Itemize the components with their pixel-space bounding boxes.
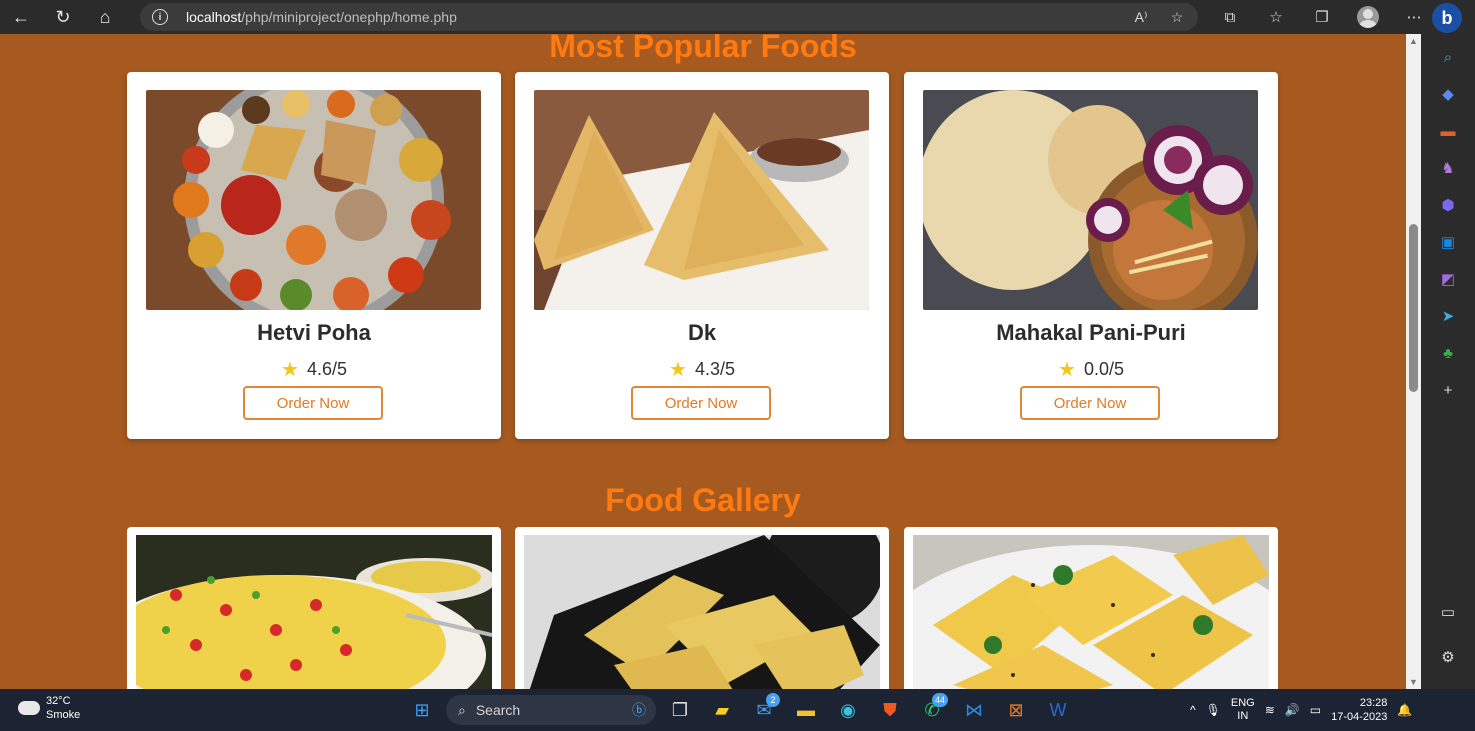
language-indicator[interactable]: ENG IN [1231, 697, 1255, 723]
clock-time: 23:28 [1359, 697, 1388, 709]
search-icon: ⌕ [458, 701, 466, 718]
whatsapp-badge: 44 [931, 693, 948, 707]
gallery-image-fafda [524, 535, 880, 689]
more-menu-icon[interactable]: ⋯ [1394, 0, 1434, 34]
notification-bell-icon[interactable]: 🔔 [1397, 703, 1412, 717]
whatsapp-icon[interactable]: ✆ 44 [914, 693, 950, 727]
tree-icon[interactable]: ♣ [1433, 338, 1463, 368]
sidebar-toggle-icon[interactable]: ▭ [1433, 597, 1463, 627]
weather-desc: Smoke [46, 709, 81, 721]
windows-start-icon[interactable]: ⊞ [404, 693, 440, 727]
rating-value: 0.0/5 [1083, 359, 1124, 379]
gallery-image-dhokla [913, 535, 1269, 689]
gallery-image-poha [136, 535, 492, 689]
search-icon[interactable]: ⌕ [1433, 42, 1463, 72]
back-icon[interactable]: ← [0, 0, 42, 34]
settings-gear-icon[interactable]: ⚙ [1433, 642, 1463, 672]
shopping-tag-icon[interactable]: ◆ [1433, 79, 1463, 109]
brave-icon[interactable]: ⛊ [872, 693, 908, 727]
rating-value: 4.6/5 [306, 359, 347, 379]
games-icon[interactable]: ♞ [1433, 153, 1463, 183]
gallery-item [904, 527, 1278, 689]
food-card: Mahakal Pani-Puri ★ 0.0/5 Order Now [904, 72, 1278, 439]
scroll-up-arrow-icon[interactable]: ▲ [1406, 34, 1421, 48]
food-image-chole-bhature [923, 90, 1258, 310]
sticky-notes-icon[interactable]: ▰ [704, 693, 740, 727]
mail-icon[interactable]: ✉ 2 [746, 693, 782, 727]
microphone-icon[interactable]: 🎙 [1206, 703, 1221, 717]
url-text: localhost/php/miniproject/onephp/home.ph… [186, 9, 457, 25]
food-card: Dk ★ 4.3/5 Order Now [515, 72, 889, 439]
food-rating: ★ 4.3/5 [515, 357, 889, 382]
food-name: Mahakal Pani-Puri [996, 320, 1186, 345]
refresh-icon[interactable]: ↻ [42, 0, 84, 34]
food-image-thali [146, 90, 481, 310]
home-icon[interactable]: ⌂ [84, 0, 126, 34]
clock-date: 17-04-2023 [1331, 711, 1388, 723]
star-icon: ★ [669, 359, 687, 381]
outlook-icon[interactable]: ▣ [1433, 227, 1463, 257]
edge-browser-icon[interactable]: ◉ [830, 693, 866, 727]
profile-button[interactable] [1348, 0, 1388, 34]
bing-chat-icon[interactable]: b [1432, 3, 1462, 33]
xampp-icon[interactable]: ⊠ [998, 693, 1034, 727]
image-creator-icon[interactable]: ◩ [1433, 264, 1463, 294]
tray-chevron-up-icon[interactable]: ^ [1190, 703, 1196, 717]
wifi-icon[interactable]: ≋ [1265, 703, 1275, 717]
scroll-thumb[interactable] [1409, 224, 1418, 392]
gallery-item [127, 527, 501, 689]
food-image-samosa [534, 90, 869, 310]
weather-temp: 32°C [46, 695, 71, 707]
clock[interactable]: 23:28 17-04-2023 [1331, 696, 1387, 724]
mail-badge: 2 [766, 693, 780, 707]
rating-value: 4.3/5 [694, 359, 735, 379]
food-gallery-title: Food Gallery [605, 482, 801, 518]
food-name: Dk [687, 320, 717, 345]
order-now-button[interactable]: Order Now [1020, 386, 1160, 420]
popular-foods-title: Most Popular Foods [549, 34, 857, 64]
read-aloud-icon[interactable]: A⁾ [1130, 7, 1152, 27]
food-name: Hetvi Poha [257, 320, 371, 345]
tools-briefcase-icon[interactable]: ▬ [1433, 116, 1463, 146]
food-rating: ★ 4.6/5 [127, 357, 501, 382]
task-view-icon[interactable]: ❐ [662, 693, 698, 727]
search-label: Search [475, 702, 521, 718]
battery-icon[interactable]: ▭ [1310, 703, 1321, 717]
cloud-sun-icon [18, 695, 40, 715]
windows-taskbar: 32°C Smoke ⊞ ⌕ Search ⓑ ❐ ▰ ✉ 2 ▬ ◉ ⛊ ✆ 44… [0, 689, 1475, 731]
address-bar[interactable]: i localhost/php/miniproject/onephp/home.… [140, 3, 1198, 31]
word-icon[interactable]: W [1040, 693, 1076, 727]
bing-icon: ⓑ [632, 702, 646, 718]
microsoft-365-icon[interactable]: ⬢ [1433, 190, 1463, 220]
weather-widget[interactable]: 32°C Smoke [18, 694, 80, 722]
vscode-icon[interactable]: ⋈ [956, 693, 992, 727]
extensions-icon[interactable]: ⧉ [1210, 0, 1250, 34]
star-icon: ★ [1058, 359, 1076, 381]
file-explorer-icon[interactable]: ▬ [788, 693, 824, 727]
taskbar-search[interactable]: ⌕ Search ⓑ [446, 695, 656, 725]
collections-icon[interactable]: ❐ [1302, 0, 1342, 34]
order-now-button[interactable]: Order Now [243, 386, 383, 420]
order-now-button[interactable]: Order Now [631, 386, 771, 420]
star-icon: ★ [281, 359, 299, 381]
scroll-down-arrow-icon[interactable]: ▼ [1406, 675, 1421, 689]
page-scrollbar[interactable]: ▲ ▼ [1406, 34, 1421, 689]
add-favorite-icon[interactable]: ☆ [1166, 7, 1188, 27]
lang-bottom: IN [1237, 710, 1249, 722]
food-rating: ★ 0.0/5 [904, 357, 1278, 382]
send-icon[interactable]: ➤ [1433, 301, 1463, 331]
food-card: Hetvi Poha ★ 4.6/5 Order Now [127, 72, 501, 439]
avatar [1357, 6, 1379, 28]
volume-icon[interactable]: 🔊 [1285, 703, 1300, 717]
edge-sidebar: ⌕ ◆ ▬ ♞ ⬢ ▣ ◩ ➤ ♣ + ▭ ⚙ [1421, 34, 1475, 689]
site-info-icon[interactable]: i [152, 9, 168, 25]
favorites-icon[interactable]: ☆ [1256, 0, 1296, 34]
lang-top: ENG [1230, 697, 1255, 709]
add-icon[interactable]: + [1433, 375, 1463, 405]
page-content: Most Popular Foods Hetvi Poha ★ 4.6/5 Or… [0, 34, 1406, 689]
gallery-item [515, 527, 889, 689]
